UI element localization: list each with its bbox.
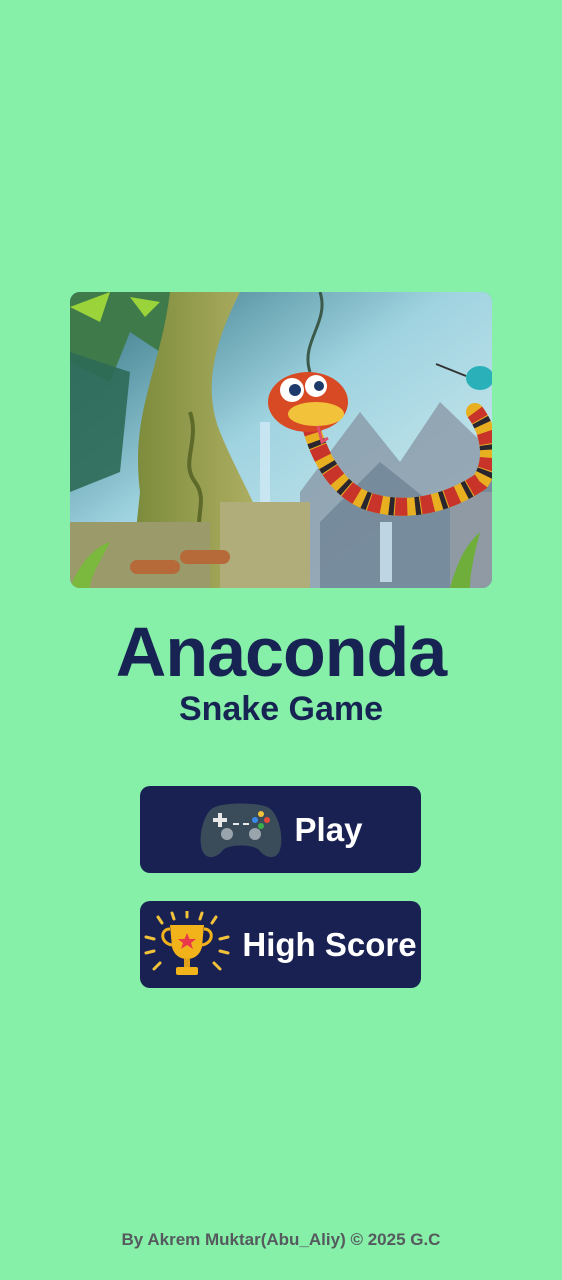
app-subtitle: Snake Game [178, 690, 384, 728]
high-score-button-label: High Score [242, 925, 417, 963]
play-button[interactable]: Play [140, 786, 421, 873]
play-button-label: Play [294, 810, 363, 848]
app-title: Anaconda [115, 613, 447, 691]
hero-image [70, 292, 492, 588]
trophy-icon [144, 909, 230, 979]
footer-credit: By Akrem Muktar(Abu_Aliy) © 2025 G.C [121, 1230, 441, 1249]
high-score-button[interactable]: High Score [140, 901, 421, 988]
gamepad-icon [199, 800, 283, 860]
